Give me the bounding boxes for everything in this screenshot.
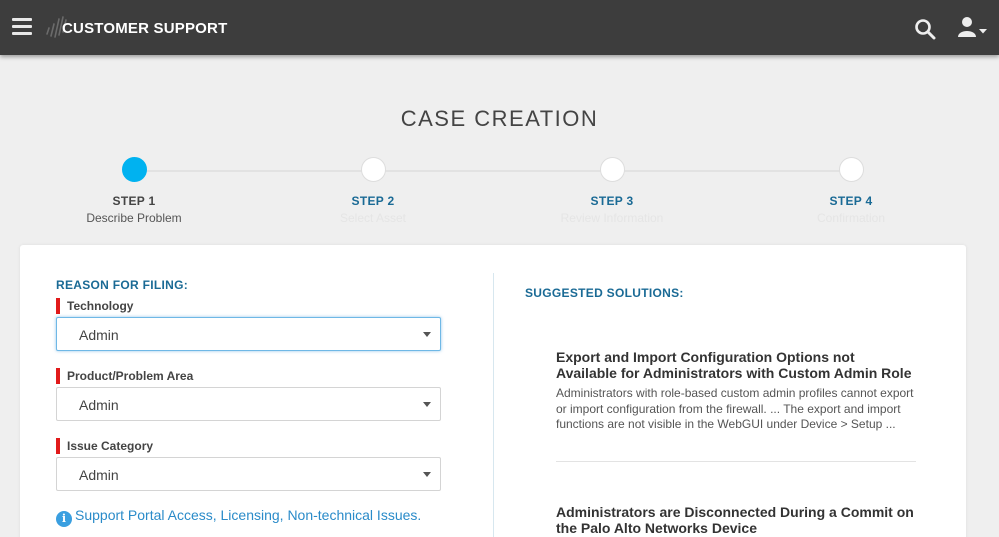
product-problem-area-select[interactable]: Admin bbox=[56, 387, 441, 421]
non-technical-issues-link-text: Support Portal Access, Licensing, Non-te… bbox=[75, 507, 422, 523]
step-4-indicator bbox=[838, 157, 864, 182]
chevron-down-icon bbox=[423, 472, 431, 477]
issue-category-label-text: Issue Category bbox=[67, 439, 154, 453]
step-2-label: STEP 2 bbox=[351, 194, 395, 208]
hamburger-menu-icon[interactable] bbox=[12, 18, 32, 36]
step-4-label: STEP 4 bbox=[829, 194, 873, 208]
search-icon[interactable] bbox=[914, 18, 936, 40]
reason-for-filing-heading: REASON FOR FILING: bbox=[56, 278, 189, 292]
stepper-track bbox=[134, 170, 851, 172]
step-3-indicator bbox=[599, 157, 625, 182]
product-problem-area-label: Product/Problem Area bbox=[56, 368, 194, 384]
solution-title-link[interactable]: Administrators are Disconnected During a… bbox=[556, 504, 916, 536]
required-marker bbox=[56, 438, 60, 454]
user-dropdown-icon[interactable] bbox=[957, 16, 989, 40]
technology-select[interactable]: Admin bbox=[56, 317, 441, 351]
page-title: CASE CREATION bbox=[400, 106, 599, 131]
step-4-description: Confirmation bbox=[816, 211, 886, 225]
technology-label-text: Technology bbox=[67, 299, 134, 313]
technology-label: Technology bbox=[56, 298, 134, 314]
step-1-description: Describe Problem bbox=[86, 211, 182, 225]
required-marker bbox=[56, 298, 60, 314]
step-3-description: Review Information bbox=[560, 211, 664, 225]
top-navigation-bar: CUSTOMER SUPPORT bbox=[0, 0, 999, 55]
solution-item[interactable]: Administrators are Disconnected During a… bbox=[556, 504, 916, 536]
brand-title[interactable]: CUSTOMER SUPPORT bbox=[62, 20, 227, 37]
step-3[interactable]: STEP 3 Review Information bbox=[512, 157, 712, 225]
column-divider bbox=[493, 273, 494, 537]
step-2-indicator bbox=[360, 157, 386, 182]
step-2[interactable]: STEP 2 Select Asset bbox=[273, 157, 473, 225]
technology-select-value: Admin bbox=[79, 327, 119, 343]
issue-category-select-value: Admin bbox=[79, 467, 119, 483]
chevron-down-icon bbox=[423, 332, 431, 337]
step-3-label: STEP 3 bbox=[590, 194, 634, 208]
step-1-label: STEP 1 bbox=[112, 194, 156, 208]
product-problem-area-select-value: Admin bbox=[79, 397, 119, 413]
issue-category-label: Issue Category bbox=[56, 438, 154, 454]
solution-divider bbox=[556, 461, 916, 462]
case-form-card: REASON FOR FILING: Technology Admin Prod… bbox=[20, 245, 966, 537]
chevron-down-icon bbox=[423, 402, 431, 407]
non-technical-issues-link[interactable]: i Support Portal Access, Licensing, Non-t… bbox=[56, 507, 421, 527]
info-icon: i bbox=[56, 511, 72, 527]
step-1[interactable]: STEP 1 Describe Problem bbox=[34, 157, 234, 225]
step-2-description: Select Asset bbox=[339, 211, 407, 225]
solution-title-link[interactable]: Export and Import Configuration Options … bbox=[556, 349, 916, 381]
step-4[interactable]: STEP 4 Confirmation bbox=[751, 157, 951, 225]
product-problem-area-label-text: Product/Problem Area bbox=[67, 369, 194, 383]
required-marker bbox=[56, 368, 60, 384]
solution-excerpt: Administrators with role-based custom ad… bbox=[556, 386, 914, 431]
issue-category-select[interactable]: Admin bbox=[56, 457, 441, 491]
solution-item[interactable]: Export and Import Configuration Options … bbox=[556, 349, 916, 433]
suggested-solutions-heading: SUGGESTED SOLUTIONS: bbox=[525, 286, 684, 300]
step-1-indicator bbox=[121, 157, 147, 182]
